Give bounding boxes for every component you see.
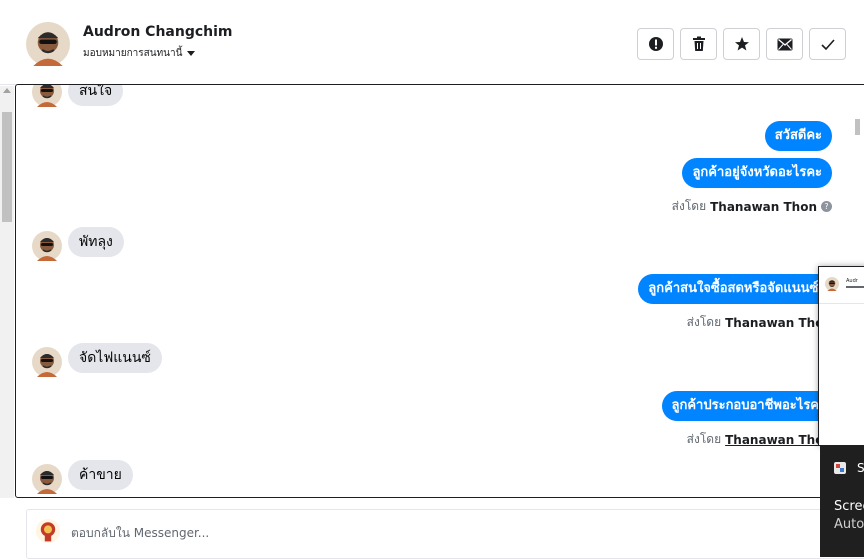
sent-by-label: ส่งโดย Thanawan Thon ?: [672, 197, 832, 216]
thread-scrollbar-thumb[interactable]: [855, 119, 860, 135]
preview-name: Audr: [846, 278, 858, 284]
notification-toast[interactable]: S Scree Autor: [820, 445, 864, 557]
check-icon: [820, 38, 835, 50]
caret-down-icon: [187, 51, 196, 56]
sender-name-link[interactable]: Thanawan Thon: [725, 316, 832, 330]
outgoing-message: ลูกค้าอยู่จังหวัดอะไรคะ: [682, 158, 832, 188]
outgoing-message: ลูกค้าประกอบอาชีพอะไรคะ: [661, 391, 836, 421]
star-button[interactable]: [723, 28, 760, 60]
toast-subtitle: Autor: [834, 517, 864, 532]
thumbnail-preview-popup[interactable]: Audr: [818, 266, 864, 446]
report-button[interactable]: [637, 28, 674, 60]
sender-name-link[interactable]: Thanawan Thon: [725, 433, 832, 447]
sender-avatar: [32, 464, 62, 494]
assign-label: มอบหมายการสนทนานี้: [83, 48, 183, 59]
message-thread: สนใจ สวัสดีคะ ลูกค้าอยู่จังหวัดอะไรคะ ส่…: [15, 84, 864, 498]
sent-by-prefix: ส่งโดย: [686, 315, 722, 329]
outgoing-message: ลูกค้าสนใจซื้อสดหรือจัดแนนซ์คะ: [638, 274, 844, 304]
scrollbar-thumb[interactable]: [2, 112, 12, 222]
toast-app-initial: S: [857, 461, 864, 475]
conversation-header: Audron Changchim มอบหมายการสนทนานี้: [0, 0, 864, 85]
report-icon: [648, 37, 663, 51]
toast-title: Scree: [834, 499, 864, 514]
mail-icon: [777, 38, 792, 50]
page-scrollbar[interactable]: [0, 86, 14, 498]
reply-input[interactable]: ตอบกลับใน Messenger...: [71, 524, 209, 543]
contact-avatar[interactable]: [26, 22, 70, 66]
sent-by-prefix: ส่งโดย: [686, 432, 722, 446]
sender-avatar: [32, 231, 62, 261]
incoming-message: จัดไฟแนนซ์: [68, 343, 162, 373]
incoming-message: ค้าขาย: [68, 460, 133, 490]
delete-button[interactable]: [680, 28, 717, 60]
star-icon: [734, 37, 749, 51]
assign-conversation-dropdown[interactable]: มอบหมายการสนทนานี้: [83, 46, 196, 61]
sender-avatar: [32, 347, 62, 377]
mark-unread-button[interactable]: [766, 28, 803, 60]
help-icon[interactable]: ?: [821, 201, 832, 212]
sent-by-label: ส่งโดย Thanawan Thon: [687, 430, 832, 449]
sent-by-label: ส่งโดย Thanawan Thon: [687, 313, 832, 332]
outgoing-message: สวัสดีคะ: [764, 121, 832, 151]
sender-name-link[interactable]: Thanawan Thon: [710, 200, 817, 214]
preview-header: Audr: [819, 267, 864, 304]
preview-avatar: [825, 277, 839, 291]
preview-subtitle: [846, 286, 864, 288]
sent-by-prefix: ส่งโดย: [671, 199, 707, 213]
mark-done-button[interactable]: [809, 28, 846, 60]
incoming-message: พัทลุง: [68, 227, 124, 257]
trash-icon: [692, 36, 705, 51]
page-avatar: [36, 519, 60, 543]
sender-avatar: [32, 85, 62, 107]
app-icon: [833, 461, 847, 478]
reply-composer[interactable]: ตอบกลับใน Messenger...: [26, 509, 864, 559]
scroll-up-arrow-icon[interactable]: [3, 88, 11, 93]
contact-name[interactable]: Audron Changchim: [83, 24, 233, 40]
incoming-message: สนใจ: [68, 85, 124, 106]
